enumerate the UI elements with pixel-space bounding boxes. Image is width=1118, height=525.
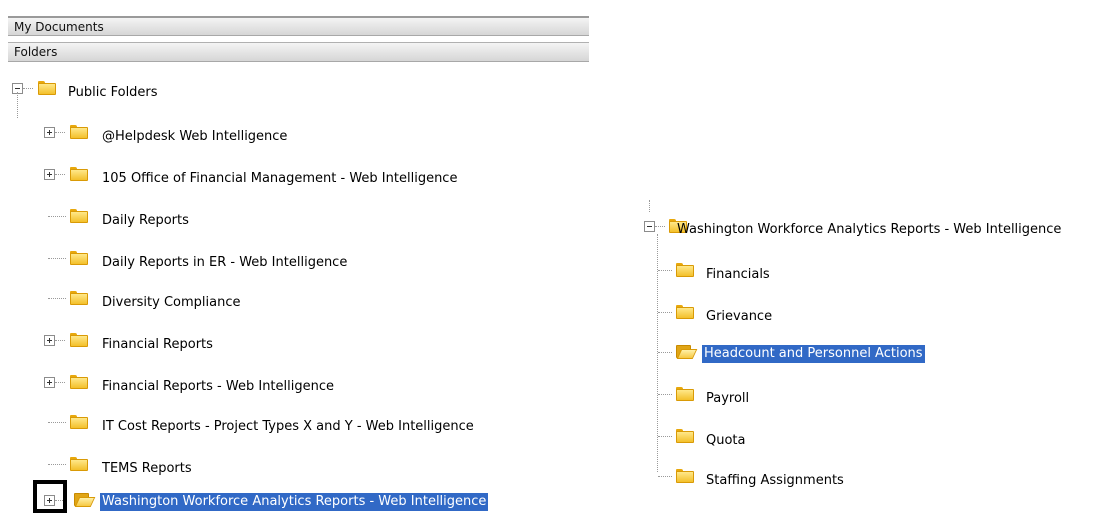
tree-node-wwa[interactable]: Washington Workforce Analytics Reports -…	[44, 492, 564, 514]
tree-node-financial-reports-wi[interactable]: Financial Reports - Web Intelligence	[44, 374, 564, 396]
tree-node-label: TEMS Reports	[102, 461, 192, 476]
folder-icon	[676, 387, 694, 401]
folder-icon	[70, 209, 88, 223]
tree-node-label: Financial Reports	[102, 337, 213, 352]
folder-icon	[70, 167, 88, 181]
expand-icon[interactable]	[44, 335, 55, 346]
tree-node-label: Washington Workforce Analytics Reports -…	[677, 222, 1062, 237]
expand-icon[interactable]	[44, 377, 55, 388]
tree-node-staffing[interactable]: Staffing Assignments	[658, 468, 958, 490]
tree-node-daily-reports-er[interactable]: Daily Reports in ER - Web Intelligence	[44, 250, 564, 272]
expand-icon[interactable]	[44, 169, 55, 180]
tree-node-wwa-expanded[interactable]: Washington Workforce Analytics Reports -…	[644, 218, 1114, 240]
tree-node-label: IT Cost Reports - Project Types X and Y …	[102, 419, 474, 434]
tree-node-label: Diversity Compliance	[102, 295, 241, 310]
folder-icon	[38, 81, 56, 95]
open-folder-icon	[74, 493, 92, 507]
highlight-box	[33, 480, 67, 513]
tree-node-public-folders[interactable]: Public Folders	[12, 80, 212, 102]
tree-node-financial-reports[interactable]: Financial Reports	[44, 332, 564, 354]
expand-icon[interactable]	[44, 127, 55, 138]
folder-icon	[70, 251, 88, 265]
tree-node-label: Financial Reports - Web Intelligence	[102, 379, 334, 394]
my-documents-header[interactable]: My Documents	[8, 16, 589, 36]
folder-icon	[70, 125, 88, 139]
tree-node-grievance[interactable]: Grievance	[658, 304, 958, 326]
tree-node-payroll[interactable]: Payroll	[658, 386, 958, 408]
folder-icon	[676, 469, 694, 483]
folder-icon	[70, 457, 88, 471]
tree-node-diversity[interactable]: Diversity Compliance	[44, 290, 564, 312]
tree-node-quota[interactable]: Quota	[658, 428, 958, 450]
tree-node-label: Public Folders	[68, 85, 158, 100]
tree-node-helpdesk[interactable]: @Helpdesk Web Intelligence	[44, 124, 564, 146]
tree-node-tems[interactable]: TEMS Reports	[44, 456, 564, 478]
folder-icon	[676, 305, 694, 319]
folder-icon	[70, 291, 88, 305]
tree-node-label: Headcount and Personnel Actions	[702, 345, 925, 363]
tree-node-daily-reports[interactable]: Daily Reports	[44, 208, 564, 230]
folder-icon	[70, 333, 88, 347]
tree-node-label: @Helpdesk Web Intelligence	[102, 129, 288, 144]
folder-icon	[676, 263, 694, 277]
tree-node-label: Quota	[706, 433, 746, 448]
folder-icon	[70, 375, 88, 389]
folder-icon	[70, 415, 88, 429]
tree-node-label: Payroll	[706, 391, 750, 406]
tree-node-headcount[interactable]: Headcount and Personnel Actions	[658, 344, 978, 366]
tree-node-it-cost[interactable]: IT Cost Reports - Project Types X and Y …	[44, 414, 564, 436]
tree-node-label: Grievance	[706, 309, 773, 324]
tree-node-label: Daily Reports in ER - Web Intelligence	[102, 255, 348, 270]
folders-header[interactable]: Folders	[8, 42, 589, 62]
tree-node-label: Staffing Assignments	[706, 473, 844, 488]
tree-node-label: Financials	[706, 267, 770, 282]
collapse-icon[interactable]	[644, 221, 655, 232]
tree-node-label: Daily Reports	[102, 213, 189, 228]
tree-node-label: Washington Workforce Analytics Reports -…	[100, 493, 489, 511]
tree-node-financials[interactable]: Financials	[658, 262, 958, 284]
open-folder-icon	[676, 345, 694, 359]
tree-node-ofm[interactable]: 105 Office of Financial Management - Web…	[44, 166, 564, 188]
folder-icon	[676, 429, 694, 443]
tree-node-label: 105 Office of Financial Management - Web…	[102, 171, 458, 186]
